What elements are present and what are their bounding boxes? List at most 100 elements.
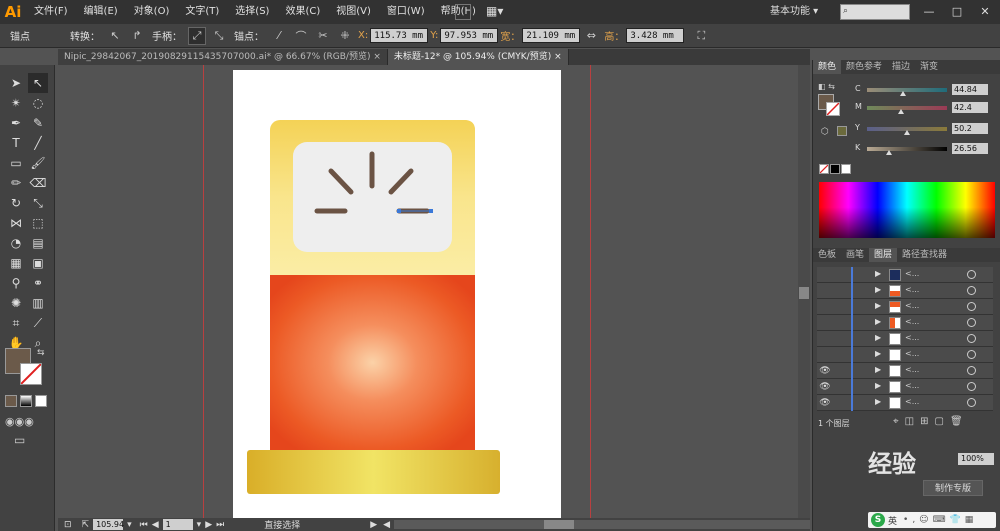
new-layer-icon[interactable]: ▢: [934, 416, 949, 427]
bridge-icon[interactable]: [455, 4, 471, 20]
opacity-field[interactable]: 100%: [958, 453, 994, 465]
black-thumb[interactable]: [885, 150, 892, 155]
symbol-sprayer-icon[interactable]: ✺: [6, 293, 26, 313]
scale-tool-icon[interactable]: ⤡: [28, 193, 48, 213]
visibility-toggle-icon[interactable]: [819, 349, 831, 361]
prev-artboard-icon[interactable]: ◀: [152, 520, 159, 530]
x-field[interactable]: 115.73 mm: [370, 28, 429, 43]
rotate-view-icon[interactable]: ⊡: [64, 520, 72, 530]
ime-language-label[interactable]: 英: [888, 514, 897, 527]
tab-color[interactable]: 颜色: [813, 60, 842, 74]
layer-row[interactable]: 👁 ▶ <...: [817, 379, 993, 395]
remove-anchor-icon[interactable]: ⁄: [270, 27, 288, 45]
transform-reference-icon[interactable]: ⁜: [336, 27, 354, 45]
minimize-button[interactable]: —: [916, 2, 942, 22]
magenta-slider[interactable]: M 42.4: [855, 102, 995, 114]
scroll-left-icon[interactable]: ◀: [383, 520, 390, 530]
selection-tool-icon[interactable]: ➤: [6, 73, 26, 93]
visibility-toggle-icon[interactable]: [819, 301, 831, 313]
gradient-tool-icon[interactable]: ▣: [28, 253, 48, 273]
first-artboard-icon[interactable]: ⏮: [140, 520, 148, 530]
status-menu-icon[interactable]: ▶: [370, 520, 377, 530]
connect-anchor-icon[interactable]: ⌒: [292, 27, 310, 45]
magenta-track[interactable]: [867, 106, 947, 110]
next-artboard-icon[interactable]: ▶: [205, 520, 212, 530]
panel-stroke-swatch[interactable]: [826, 102, 840, 116]
ime-tools-icon[interactable]: •,☺⌨👕▦: [903, 515, 977, 525]
yellow-thumb[interactable]: [904, 130, 910, 135]
expand-arrow-icon[interactable]: ▶: [875, 349, 881, 358]
layer-name[interactable]: <...: [905, 269, 919, 278]
layer-name[interactable]: <...: [905, 333, 919, 342]
free-transform-icon[interactable]: ⬚: [28, 213, 48, 233]
cut-path-icon[interactable]: ✂: [314, 27, 332, 45]
artboard-dropdown-icon[interactable]: ▾: [197, 520, 202, 530]
eraser-icon[interactable]: ⌫: [28, 173, 48, 193]
height-field[interactable]: 3.428 mm: [626, 28, 685, 43]
rotate-tool-icon[interactable]: ↻: [6, 193, 26, 213]
artboard-number-field[interactable]: 1: [162, 519, 193, 530]
menu-object[interactable]: 对象(O): [126, 0, 178, 24]
tab-nipic-document[interactable]: Nipic_29842067_20190829115435707000.ai* …: [58, 49, 388, 65]
width-field[interactable]: 21.109 mm: [522, 28, 581, 43]
gamut-swatch[interactable]: [837, 126, 847, 136]
paintbrush-icon[interactable]: 🖌: [28, 153, 48, 173]
magenta-thumb[interactable]: [897, 109, 904, 114]
make-clipping-mask-icon[interactable]: ◫: [905, 416, 920, 427]
layer-name[interactable]: <...: [905, 285, 919, 294]
expand-arrow-icon[interactable]: ▶: [875, 269, 881, 278]
y-field[interactable]: 97.953 mm: [440, 28, 499, 43]
layer-row[interactable]: ▶ <...: [817, 299, 993, 315]
workspace-switcher[interactable]: 基本功能 ▾: [770, 3, 818, 21]
layer-target-icon[interactable]: [967, 270, 976, 279]
zoom-field[interactable]: 105.94: [93, 519, 124, 530]
layer-row[interactable]: ▶ <...: [817, 283, 993, 299]
mesh-tool-icon[interactable]: ▦: [6, 253, 26, 273]
tab-untitled-12[interactable]: 未标题-12* @ 105.94% (CMYK/预览) ×: [387, 49, 569, 65]
visibility-toggle-icon[interactable]: 👁: [819, 381, 831, 393]
lamp-artwork[interactable]: [233, 70, 561, 518]
expand-arrow-icon[interactable]: ▶: [875, 397, 881, 406]
layer-target-icon[interactable]: [967, 398, 976, 407]
hide-handles-icon[interactable]: ⤡: [210, 27, 228, 45]
artboard[interactable]: [233, 70, 561, 518]
menu-edit[interactable]: 编辑(E): [76, 0, 126, 24]
scroll-thumb[interactable]: [544, 520, 575, 529]
locate-object-icon[interactable]: ⌖: [893, 416, 905, 427]
shape-builder-icon[interactable]: ◔: [6, 233, 26, 253]
expand-arrow-icon[interactable]: ▶: [875, 381, 881, 390]
layer-row[interactable]: ▶ <...: [817, 331, 993, 347]
graph-tool-icon[interactable]: ▥: [28, 293, 48, 313]
none-color-swatch[interactable]: [819, 164, 829, 174]
visibility-toggle-icon[interactable]: [819, 269, 831, 281]
close-button[interactable]: ✕: [972, 2, 998, 22]
visibility-toggle-icon[interactable]: 👁: [819, 397, 831, 409]
tab-color-guide[interactable]: 颜色参考: [841, 60, 887, 74]
scroll-thumb[interactable]: [799, 287, 809, 299]
search-input[interactable]: ⌕: [840, 4, 910, 20]
layer-target-icon[interactable]: [967, 286, 976, 295]
pen-tool-icon[interactable]: ✒: [6, 113, 26, 133]
maximize-button[interactable]: □: [944, 2, 970, 22]
magic-wand-icon[interactable]: ✴: [6, 93, 26, 113]
type-tool-icon[interactable]: T: [6, 133, 26, 153]
visibility-toggle-icon[interactable]: [819, 333, 831, 345]
black-value[interactable]: 26.56: [952, 143, 988, 154]
menu-type[interactable]: 文字(T): [177, 0, 227, 24]
cyan-value[interactable]: 44.84: [952, 84, 988, 95]
none-mode-icon[interactable]: [35, 395, 47, 407]
layer-name[interactable]: <...: [905, 349, 919, 358]
layer-target-icon[interactable]: [967, 350, 976, 359]
new-sublayer-icon[interactable]: ⊞: [920, 416, 934, 427]
layer-name[interactable]: <...: [905, 317, 919, 326]
anchor-point[interactable]: [397, 209, 401, 213]
canvas-area[interactable]: [58, 65, 798, 518]
black-track[interactable]: [867, 147, 947, 151]
yellow-value[interactable]: 50.2: [952, 123, 988, 134]
vertical-scrollbar[interactable]: [798, 65, 810, 518]
convert-smooth-icon[interactable]: ↱: [128, 27, 146, 45]
export-icon[interactable]: ⇱: [82, 520, 90, 530]
layer-actions[interactable]: ⌖◫⊞▢🗑: [893, 416, 969, 427]
expand-arrow-icon[interactable]: ▶: [875, 317, 881, 326]
tab-stroke[interactable]: 描边: [887, 60, 915, 74]
